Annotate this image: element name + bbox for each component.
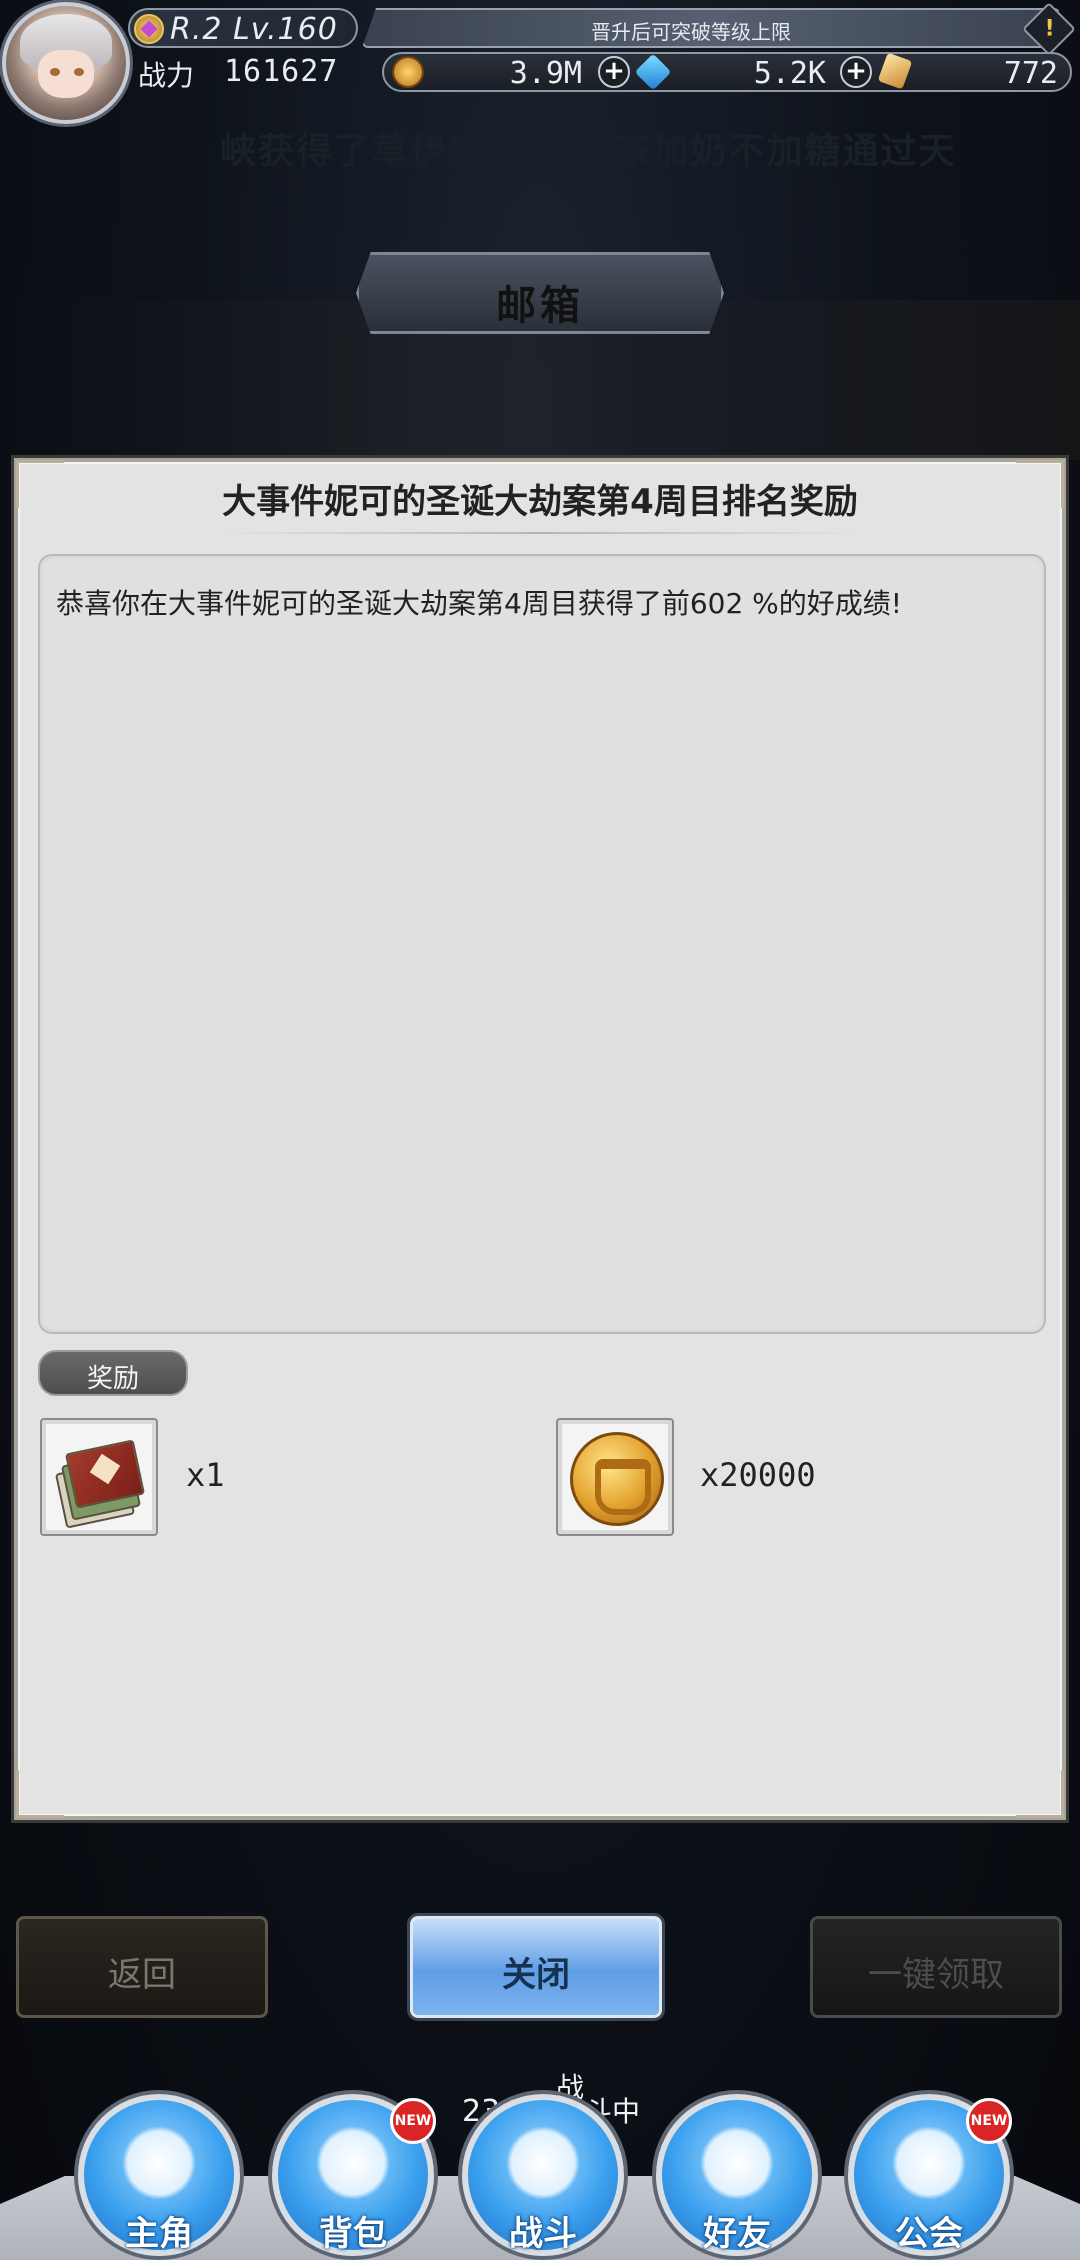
reward-label: 奖励 xyxy=(86,1364,139,1394)
nav-battle-label: 战斗 xyxy=(509,2214,577,2254)
nav-friends[interactable]: 好友 xyxy=(656,2094,818,2256)
card-pack-icon xyxy=(54,1436,146,1529)
rank-level-pill: R.2 Lv.160 xyxy=(128,8,358,48)
gold-value: 3.9M xyxy=(509,56,582,91)
gold-coin-icon xyxy=(570,1432,664,1526)
nav-battle[interactable]: 战斗 xyxy=(462,2094,624,2256)
add-diamond-button[interactable]: + xyxy=(840,56,872,88)
currency-gold: 3.9M xyxy=(392,54,592,91)
mail-detail-panel: 大事件妮可的圣诞大劫案第4周目排名奖励 恭喜你在大事件妮可的圣诞大劫案第4周目获… xyxy=(14,458,1066,1820)
close-button-label: 关闭 xyxy=(502,1955,570,1995)
screen-title: 邮箱 xyxy=(496,283,584,329)
nav-guild-label: 公会 xyxy=(895,2214,963,2254)
crystal-icon xyxy=(877,52,913,90)
coin-icon xyxy=(392,56,424,88)
diamond-value: 5.2K xyxy=(753,56,826,91)
mailbox-title-plate: 邮箱 xyxy=(356,252,724,334)
scrolling-broadcast: 峡获得了草伊拉 玩家红茶加奶不加糖通过天 xyxy=(220,131,957,172)
title-divider xyxy=(218,532,862,534)
nav-hero[interactable]: 主角 xyxy=(78,2094,240,2256)
panel-corner-ornament xyxy=(1016,1770,1064,1818)
new-badge: NEW xyxy=(390,2098,436,2144)
mail-body-text: 恭喜你在大事件妮可的圣诞大劫案第4周目获得了前602 %的好成绩! xyxy=(56,587,902,620)
guild-crest-icon xyxy=(892,2126,966,2200)
reward-quantity: x20000 xyxy=(700,1456,816,1494)
handshake-icon xyxy=(700,2126,774,2200)
claim-all-button[interactable]: 一键领取 xyxy=(810,1916,1062,2018)
player-avatar[interactable] xyxy=(2,2,130,124)
new-badge: NEW xyxy=(966,2098,1012,2144)
power-label: 战力 xyxy=(138,59,195,92)
claim-all-button-label: 一键领取 xyxy=(868,1955,1004,1995)
notice-banner[interactable]: 晋升后可突破等级上限 xyxy=(362,8,1060,48)
nav-friends-label: 好友 xyxy=(703,2214,771,2254)
backpack-icon xyxy=(316,2126,390,2200)
mail-title: 大事件妮可的圣诞大劫案第4周目排名奖励 xyxy=(222,482,858,522)
nav-backpack-label: 背包 xyxy=(319,2214,387,2254)
close-button[interactable]: 关闭 xyxy=(410,1916,662,2018)
mail-body-box[interactable]: 恭喜你在大事件妮可的圣诞大劫案第4周目获得了前602 %的好成绩! xyxy=(38,554,1046,1334)
rank-gem-icon xyxy=(134,14,164,44)
rank-level-text: R.2 Lv.160 xyxy=(170,12,338,47)
panel-corner-ornament xyxy=(16,1770,64,1818)
currency-bar: 3.9M + 5.2K + 772 xyxy=(382,52,1072,92)
power-value: 161627 xyxy=(224,54,339,89)
back-button-label: 返回 xyxy=(108,1955,176,1995)
reward-item-gold-coin[interactable] xyxy=(556,1418,674,1536)
avatar-eye-right xyxy=(74,68,84,76)
helmet-icon xyxy=(122,2126,196,2200)
crossed-swords-icon xyxy=(506,2126,580,2200)
reward-quantity: x1 xyxy=(186,1456,225,1494)
avatar-face xyxy=(38,50,94,98)
currency-diamond: 5.2K xyxy=(634,53,836,91)
notice-text: 晋升后可突破等级上限 xyxy=(591,20,791,44)
add-gold-button[interactable]: + xyxy=(598,56,630,88)
crystal-value: 772 xyxy=(1003,56,1058,91)
currency-crystal: 772 xyxy=(877,52,1068,91)
reward-item-card-pack[interactable] xyxy=(40,1418,158,1536)
back-button[interactable]: 返回 xyxy=(16,1916,268,2018)
nav-hero-label: 主角 xyxy=(125,2214,193,2254)
reward-label-tag: 奖励 xyxy=(38,1350,188,1396)
avatar-eye-left xyxy=(50,68,60,76)
diamond-icon xyxy=(634,53,672,91)
top-status-bar: R.2 Lv.160 晋升后可突破等级上限 ! 战力 161627 3.9M +… xyxy=(128,2,1076,94)
